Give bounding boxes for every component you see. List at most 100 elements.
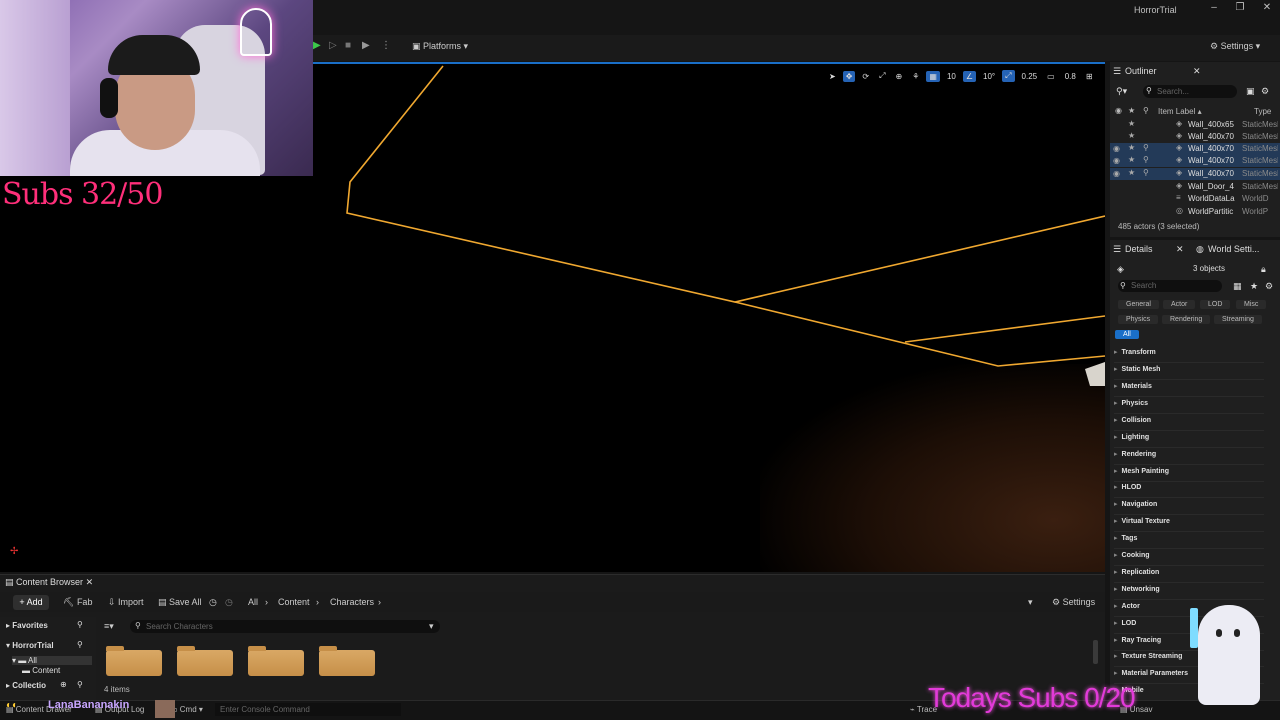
filter-general[interactable]: General <box>1118 300 1159 309</box>
add-folder-icon[interactable]: ▣ <box>1246 86 1255 97</box>
search-icon[interactable]: ⚲ <box>77 640 83 649</box>
content-settings-button[interactable]: ⚙ Settings <box>1052 597 1095 608</box>
breadcrumb-characters[interactable]: Characters <box>330 597 374 607</box>
content-scrollbar[interactable] <box>1093 640 1098 664</box>
gear-icon[interactable]: ⚙ <box>1265 281 1273 292</box>
details-tab[interactable]: Details <box>1125 244 1153 254</box>
fab-button[interactable]: ⛏ Fab <box>63 597 92 608</box>
filter-rendering[interactable]: Rendering <box>1162 315 1211 324</box>
category-lighting[interactable]: ▸ Lighting <box>1114 433 1264 448</box>
add-collection-icon[interactable]: ⊕ <box>60 680 67 689</box>
platforms-menu[interactable]: ▣ Platforms ▾ <box>412 41 468 52</box>
filter-all[interactable]: All <box>1115 330 1139 339</box>
folder-item[interactable] <box>319 646 375 676</box>
filter-icon[interactable]: ⚲▾ <box>1116 86 1127 97</box>
save-all-button[interactable]: ▤ Save All <box>158 597 202 608</box>
play-icon[interactable]: ▶ <box>313 40 321 51</box>
favorites-section[interactable]: ▸ Favorites <box>6 621 48 630</box>
star-icon[interactable]: ★ <box>1128 143 1135 152</box>
category-tags[interactable]: ▸ Tags <box>1114 534 1264 549</box>
scale-icon[interactable]: ⤢ <box>876 70 888 82</box>
category-virtual-texture[interactable]: ▸ Virtual Texture <box>1114 517 1264 532</box>
category-collision[interactable]: ▸ Collision <box>1114 416 1264 431</box>
pin-icon[interactable]: ⚲ <box>1143 168 1149 177</box>
category-rendering[interactable]: ▸ Rendering <box>1114 450 1264 465</box>
step-icon[interactable]: ▷ <box>329 40 337 51</box>
category-hlod[interactable]: ▸ HLOD <box>1114 483 1264 498</box>
folder-item[interactable] <box>177 646 233 676</box>
rotation-snap-value[interactable]: 10° <box>980 71 998 82</box>
details-search-input[interactable]: Search <box>1118 280 1222 292</box>
grid-snap-value[interactable]: 10 <box>944 71 959 82</box>
outliner-tab[interactable]: Outliner <box>1125 66 1157 76</box>
outliner-row[interactable]: ◈ Wall_Door_4 StaticMesh <box>1110 181 1280 193</box>
pin-icon[interactable]: ⚲ <box>1143 143 1149 152</box>
star-icon[interactable]: ★ <box>1128 155 1135 164</box>
category-mesh-painting[interactable]: ▸ Mesh Painting <box>1114 467 1264 482</box>
collections-section[interactable]: ▸ Collectio <box>6 681 46 690</box>
outliner-search-input[interactable]: Search... <box>1143 85 1237 98</box>
folder-item[interactable] <box>106 646 162 676</box>
star-icon[interactable]: ★ <box>1128 168 1135 177</box>
more-options-icon[interactable]: ⋮ <box>381 40 391 51</box>
category-materials[interactable]: ▸ Materials <box>1114 382 1264 397</box>
filter-actor[interactable]: Actor <box>1163 300 1196 309</box>
breadcrumb-all[interactable]: All <box>248 597 258 607</box>
search-icon[interactable]: ⚲ <box>77 680 83 689</box>
settings-menu[interactable]: ⚙ Settings ▾ <box>1210 41 1260 52</box>
scale-snap-toggle[interactable]: ⤢ <box>1002 70 1015 82</box>
category-static-mesh[interactable]: ▸ Static Mesh <box>1114 365 1264 380</box>
grid-snap-toggle[interactable]: ▦ <box>926 70 940 82</box>
rotation-snap-toggle[interactable]: ∠ <box>962 70 977 82</box>
close-icon[interactable]: ✕ <box>86 577 94 587</box>
outliner-row[interactable]: ★ ◈ Wall_400x65 StaticMesh <box>1110 119 1280 131</box>
pin-icon[interactable]: ⚲ <box>1143 155 1149 164</box>
outliner-row[interactable]: ≡ WorldDataLa WorldD <box>1110 193 1280 205</box>
filter-streaming[interactable]: Streaming <box>1214 315 1262 324</box>
star-icon[interactable]: ★ <box>1128 119 1135 128</box>
eye-icon[interactable]: ◉ <box>1113 169 1120 178</box>
grid-view-icon[interactable]: ▦ <box>1233 281 1242 292</box>
world-settings-tab[interactable]: World Setti... <box>1208 244 1259 254</box>
category-cooking[interactable]: ▸ Cooking <box>1114 551 1264 566</box>
world-space-icon[interactable]: ⊕ <box>893 71 906 82</box>
breadcrumb-content[interactable]: Content <box>278 597 310 607</box>
eye-icon[interactable]: ◉ <box>1113 156 1120 165</box>
filter-misc[interactable]: Misc <box>1236 300 1267 309</box>
chevron-down-icon[interactable]: ▾ <box>1028 597 1033 608</box>
add-button[interactable]: + Add <box>13 595 49 610</box>
rotate-icon[interactable]: ⟳ <box>859 71 872 82</box>
minimize-button[interactable]: – <box>1204 2 1224 13</box>
history-forward-icon[interactable]: ◷ <box>225 597 233 608</box>
maximize-button[interactable]: ❐ <box>1230 2 1250 13</box>
chevron-down-icon[interactable]: ▾ <box>429 621 434 632</box>
outliner-row[interactable]: ◎ WorldPartitic WorldP <box>1110 206 1280 218</box>
visibility-column-icon[interactable]: ◉ <box>1115 106 1122 115</box>
star-icon[interactable]: ★ <box>1250 281 1258 292</box>
filter-physics[interactable]: Physics <box>1118 315 1159 324</box>
item-label-column[interactable]: Item Label ▴ <box>1158 107 1202 116</box>
import-button[interactable]: ⇩ Import <box>108 597 144 608</box>
pin-column-icon[interactable]: ⚲ <box>1143 106 1149 115</box>
star-column-icon[interactable]: ★ <box>1128 106 1135 115</box>
eject-icon[interactable]: ▶ <box>362 40 370 51</box>
filter-lod[interactable]: LOD <box>1200 300 1231 309</box>
folder-item[interactable] <box>248 646 304 676</box>
outliner-row[interactable]: ◉ ★ ⚲ ◈ Wall_400x70 StaticMesh <box>1110 155 1280 167</box>
camera-speed-value[interactable]: 0.8 <box>1062 71 1079 82</box>
outliner-row[interactable]: ◉ ★ ⚲ ◈ Wall_400x70 StaticMesh <box>1110 168 1280 180</box>
console-input[interactable]: Enter Console Command <box>215 703 401 716</box>
lock-icon[interactable]: 🔒︎ <box>1261 264 1266 275</box>
content-browser-tab[interactable]: ▤ Content Browser ✕ <box>5 577 93 588</box>
history-back-icon[interactable]: ◷ <box>209 597 217 608</box>
content-search-input[interactable]: Search Characters <box>130 620 440 633</box>
close-icon[interactable]: ✕ <box>1176 244 1184 255</box>
viewport-layout-icon[interactable]: ⊞ <box>1083 71 1096 82</box>
category-replication[interactable]: ▸ Replication <box>1114 568 1264 583</box>
project-section[interactable]: ▾ HorrorTrial <box>6 641 54 650</box>
filter-icon[interactable]: ≡▾ <box>104 621 114 632</box>
outliner-row[interactable]: ★ ◈ Wall_400x70 StaticMesh <box>1110 131 1280 143</box>
search-icon[interactable]: ⚲ <box>77 620 83 629</box>
translate-icon[interactable]: ✥ <box>842 70 856 82</box>
surface-snap-icon[interactable]: ⚘ <box>909 71 922 82</box>
